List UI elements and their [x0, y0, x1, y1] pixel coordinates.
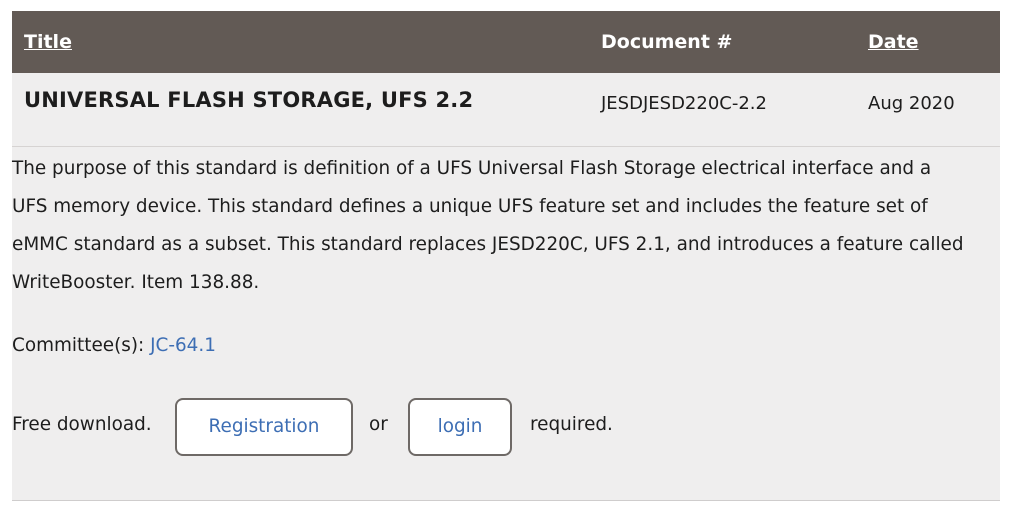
document-number-column-header: Document #	[601, 31, 733, 53]
login-button[interactable]: login	[408, 398, 512, 456]
standard-title: UNIVERSAL FLASH STORAGE, UFS 2.2	[24, 88, 474, 112]
publication-date: Aug 2020	[868, 93, 955, 114]
required-text: required.	[530, 414, 613, 435]
table-row: UNIVERSAL FLASH STORAGE, UFS 2.2 JESDJES…	[12, 73, 1000, 147]
registration-button[interactable]: Registration	[175, 398, 353, 456]
standard-description: The purpose of this standard is definiti…	[12, 158, 964, 293]
document-number: JESDJESD220C-2.2	[601, 93, 767, 114]
committee-link[interactable]: JC-64.1	[150, 335, 216, 356]
committee-label: Committee(s):	[12, 335, 145, 356]
free-download-text: Free download.	[12, 414, 152, 435]
or-text: or	[369, 414, 388, 435]
committee-line: Committee(s): JC-64.1	[12, 335, 216, 356]
title-column-sort-link[interactable]: Title	[24, 11, 72, 73]
date-column-sort-link[interactable]: Date	[868, 11, 919, 73]
table-header: Title Document # Date	[12, 11, 1000, 73]
